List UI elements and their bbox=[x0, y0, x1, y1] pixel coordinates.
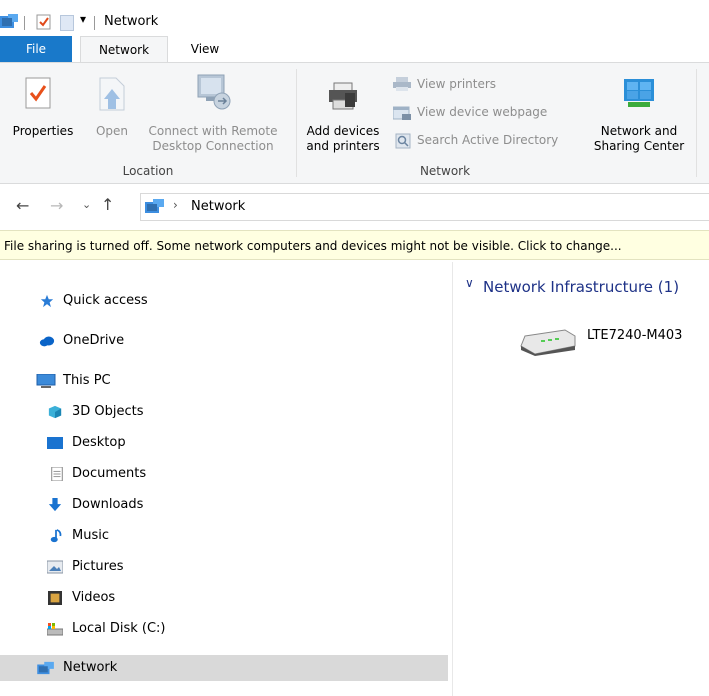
open-label: Open bbox=[95, 124, 129, 138]
content-pane: ∨ Network Infrastructure (1) LTE7240-M40… bbox=[453, 262, 709, 696]
download-arrow-icon bbox=[48, 498, 62, 512]
nav-label: Videos bbox=[72, 590, 116, 605]
connect-remote-desktop-button[interactable]: Connect with Remote Desktop Connection bbox=[138, 63, 288, 159]
address-bar[interactable]: › Network bbox=[140, 193, 709, 221]
view-device-webpage-button[interactable]: View device webpage bbox=[393, 103, 583, 123]
recent-locations-button[interactable]: ⌄ bbox=[82, 198, 91, 211]
add-devices-label-line2: and printers bbox=[306, 139, 380, 153]
cube-icon bbox=[48, 405, 62, 419]
remote-desktop-icon bbox=[197, 74, 231, 110]
nsc-label-line1: Network and bbox=[600, 124, 678, 138]
network-group-label: Network bbox=[419, 164, 471, 178]
ribbon: Properties Open Connect with Remote Desk… bbox=[0, 62, 709, 184]
nav-item-onedrive[interactable]: OneDrive bbox=[0, 328, 448, 354]
pictures-icon bbox=[47, 560, 63, 574]
device-item[interactable]: LTE7240-M403 bbox=[519, 322, 709, 362]
nav-item-downloads[interactable]: Downloads bbox=[0, 492, 448, 518]
nav-label: Desktop bbox=[72, 435, 126, 450]
network-sharing-center-button[interactable]: Network and Sharing Center bbox=[588, 63, 690, 159]
add-devices-printers-button[interactable]: Add devices and printers bbox=[300, 63, 386, 159]
nav-item-documents[interactable]: Documents bbox=[0, 461, 448, 487]
active-directory-icon bbox=[395, 133, 411, 149]
tab-network[interactable]: Network bbox=[80, 36, 168, 63]
nav-label: 3D Objects bbox=[72, 404, 144, 419]
connect-label-line1: Connect with Remote bbox=[148, 124, 278, 138]
properties-label: Properties bbox=[12, 124, 74, 138]
properties-quick-icon[interactable] bbox=[36, 14, 52, 30]
nav-item-desktop[interactable]: Desktop bbox=[0, 430, 448, 456]
nsc-label-line2: Sharing Center bbox=[593, 139, 685, 153]
nav-item-3d-objects[interactable]: 3D Objects bbox=[0, 399, 448, 425]
breadcrumb-chevron-icon: › bbox=[173, 198, 178, 212]
star-icon bbox=[40, 294, 54, 308]
group-header[interactable]: Network Infrastructure (1) bbox=[483, 278, 679, 296]
customize-quick-access-icon[interactable]: ▾ bbox=[80, 12, 86, 26]
nav-item-music[interactable]: Music bbox=[0, 523, 448, 549]
cloud-icon bbox=[39, 336, 55, 347]
document-icon bbox=[51, 467, 63, 481]
file-sharing-info-bar[interactable]: File sharing is turned off. Some network… bbox=[0, 230, 709, 260]
nav-label: Network bbox=[63, 660, 118, 675]
title-bar: ▾ Network bbox=[0, 0, 709, 36]
nav-label: Pictures bbox=[72, 559, 124, 574]
computer-icon bbox=[36, 374, 56, 388]
nav-label: Quick access bbox=[63, 293, 148, 308]
device-name: LTE7240-M403 bbox=[587, 328, 683, 343]
nav-label: OneDrive bbox=[63, 333, 125, 348]
film-icon bbox=[48, 591, 62, 605]
view-device-webpage-label: View device webpage bbox=[417, 105, 548, 119]
nav-item-quick-access[interactable]: Quick access bbox=[0, 288, 448, 314]
search-active-directory-label: Search Active Directory bbox=[417, 133, 559, 147]
nav-label: Documents bbox=[72, 466, 147, 481]
open-button[interactable]: Open bbox=[88, 63, 136, 159]
forward-button[interactable]: → bbox=[50, 196, 63, 215]
nav-label: Local Disk (C:) bbox=[72, 621, 166, 636]
add-devices-label-line1: Add devices bbox=[306, 124, 380, 138]
properties-icon bbox=[25, 77, 51, 109]
connect-label-line2: Desktop Connection bbox=[152, 139, 274, 153]
up-button[interactable]: ↑ bbox=[101, 195, 114, 214]
nav-item-network[interactable]: Network bbox=[0, 655, 448, 681]
back-button[interactable]: ← bbox=[16, 196, 29, 215]
network-folder-icon bbox=[0, 14, 18, 28]
location-group-label: Location bbox=[122, 164, 174, 178]
group-collapse-chevron-icon[interactable]: ∨ bbox=[465, 276, 474, 290]
router-icon bbox=[520, 329, 576, 356]
nav-item-pictures[interactable]: Pictures bbox=[0, 554, 448, 580]
network-sharing-center-icon bbox=[624, 79, 654, 107]
view-printers-button[interactable]: View printers bbox=[393, 75, 583, 95]
desktop-icon bbox=[47, 437, 63, 449]
view-printers-icon bbox=[393, 77, 411, 91]
printer-icon bbox=[329, 82, 357, 110]
navigation-pane: Quick access OneDrive This PC 3D Objects… bbox=[0, 262, 452, 696]
open-icon bbox=[99, 77, 125, 111]
window-title: Network bbox=[104, 14, 159, 29]
separator bbox=[24, 16, 25, 30]
nav-item-videos[interactable]: Videos bbox=[0, 585, 448, 611]
music-note-icon bbox=[50, 529, 62, 543]
view-printers-label: View printers bbox=[417, 77, 497, 91]
group-separator bbox=[296, 69, 297, 177]
nav-label: Downloads bbox=[72, 497, 144, 512]
nav-item-this-pc[interactable]: This PC bbox=[0, 368, 448, 394]
tab-file[interactable]: File bbox=[0, 36, 72, 62]
tab-view[interactable]: View bbox=[180, 36, 230, 62]
nav-item-local-disk[interactable]: Local Disk (C:) bbox=[0, 616, 448, 642]
nav-label: Music bbox=[72, 528, 109, 543]
group-separator bbox=[696, 69, 697, 177]
network-icon bbox=[37, 661, 54, 675]
hard-drive-icon bbox=[47, 623, 63, 636]
network-folder-icon bbox=[145, 199, 164, 213]
view-device-webpage-icon bbox=[393, 106, 411, 120]
search-active-directory-button[interactable]: Search Active Directory bbox=[393, 131, 583, 151]
nav-label: This PC bbox=[63, 373, 111, 388]
ribbon-tabs: File Network View bbox=[0, 36, 709, 63]
separator bbox=[94, 16, 95, 30]
new-folder-quick-icon[interactable] bbox=[60, 15, 74, 31]
breadcrumb-network[interactable]: Network bbox=[191, 199, 245, 214]
properties-button[interactable]: Properties bbox=[0, 63, 86, 159]
